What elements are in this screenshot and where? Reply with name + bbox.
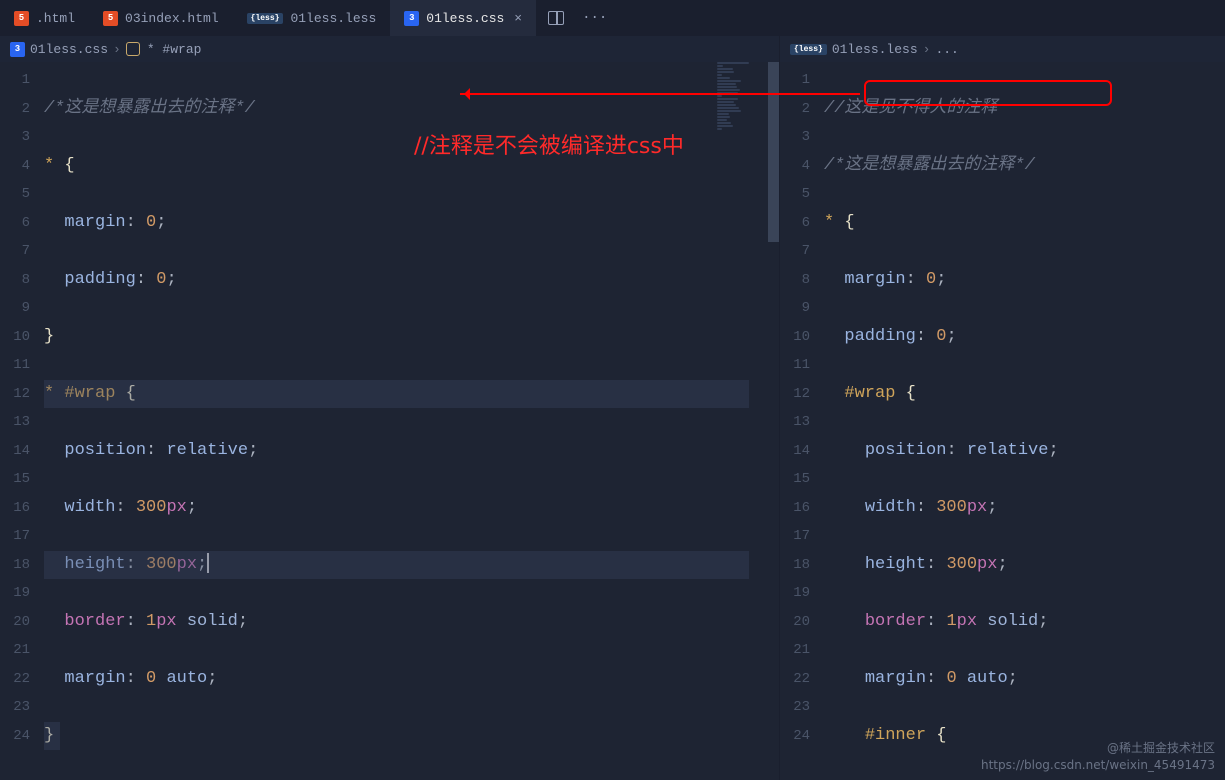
split-editor-icon[interactable] xyxy=(548,11,564,25)
line-gutter: 123456789101112131415161718192021222324 xyxy=(780,62,824,780)
html5-icon: 5 xyxy=(103,11,118,26)
code-content[interactable]: /*这是想暴露出去的注释*/ * { margin: 0; padding: 0… xyxy=(44,62,779,780)
css3-icon: 3 xyxy=(404,11,419,26)
chevron-right-icon: › xyxy=(113,42,121,57)
watermark: @稀土掘金技术社区 https://blog.csdn.net/weixin_4… xyxy=(981,740,1215,774)
code-editor[interactable]: 123456789101112131415161718192021222324 … xyxy=(0,62,779,780)
html5-icon: 5 xyxy=(14,11,29,26)
tab-label: 01less.less xyxy=(290,11,376,26)
minimap[interactable] xyxy=(717,62,775,262)
line-gutter: 123456789101112131415161718192021222324 xyxy=(0,62,44,780)
tab-html[interactable]: 5 .html xyxy=(0,0,89,36)
code-content[interactable]: //这是见不得人的注释 /*这是想暴露出去的注释*/ * { margin: 0… xyxy=(824,62,1225,780)
less-icon: {less} xyxy=(790,44,827,55)
breadcrumb-more: ... xyxy=(935,42,958,57)
breadcrumb-file: 01less.css xyxy=(30,42,108,57)
vertical-scrollbar[interactable] xyxy=(768,62,779,780)
tab-label: 03index.html xyxy=(125,11,219,26)
breadcrumb[interactable]: 3 01less.css › * #wrap xyxy=(0,36,779,62)
selector-icon xyxy=(126,42,140,56)
tab-01less-css[interactable]: 3 01less.css × xyxy=(390,0,536,36)
less-icon: {less} xyxy=(247,13,284,24)
close-icon[interactable]: × xyxy=(514,11,522,26)
tab-01less-less[interactable]: {less} 01less.less xyxy=(233,0,391,36)
editor-pane-right: {less} 01less.less {less} 01less.less › … xyxy=(780,36,1225,780)
chevron-right-icon: › xyxy=(923,42,931,57)
breadcrumb-symbol: * #wrap xyxy=(147,42,202,57)
more-icon[interactable]: ··· xyxy=(582,10,607,26)
tab-label: 01less.css xyxy=(426,11,504,26)
code-editor[interactable]: 123456789101112131415161718192021222324 … xyxy=(780,62,1225,780)
breadcrumb[interactable]: {less} 01less.less › ... xyxy=(780,36,1225,62)
css3-icon: 3 xyxy=(10,42,25,57)
tab-label: .html xyxy=(36,11,75,26)
tab-bar: 5 .html 5 03index.html {less} 01less.les… xyxy=(0,0,1225,36)
editor-pane-left: 3 01less.css › * #wrap 12345678910111213… xyxy=(0,36,780,780)
breadcrumb-file: 01less.less xyxy=(832,42,918,57)
tab-actions: ··· xyxy=(536,10,619,26)
tab-03index[interactable]: 5 03index.html xyxy=(89,0,233,36)
